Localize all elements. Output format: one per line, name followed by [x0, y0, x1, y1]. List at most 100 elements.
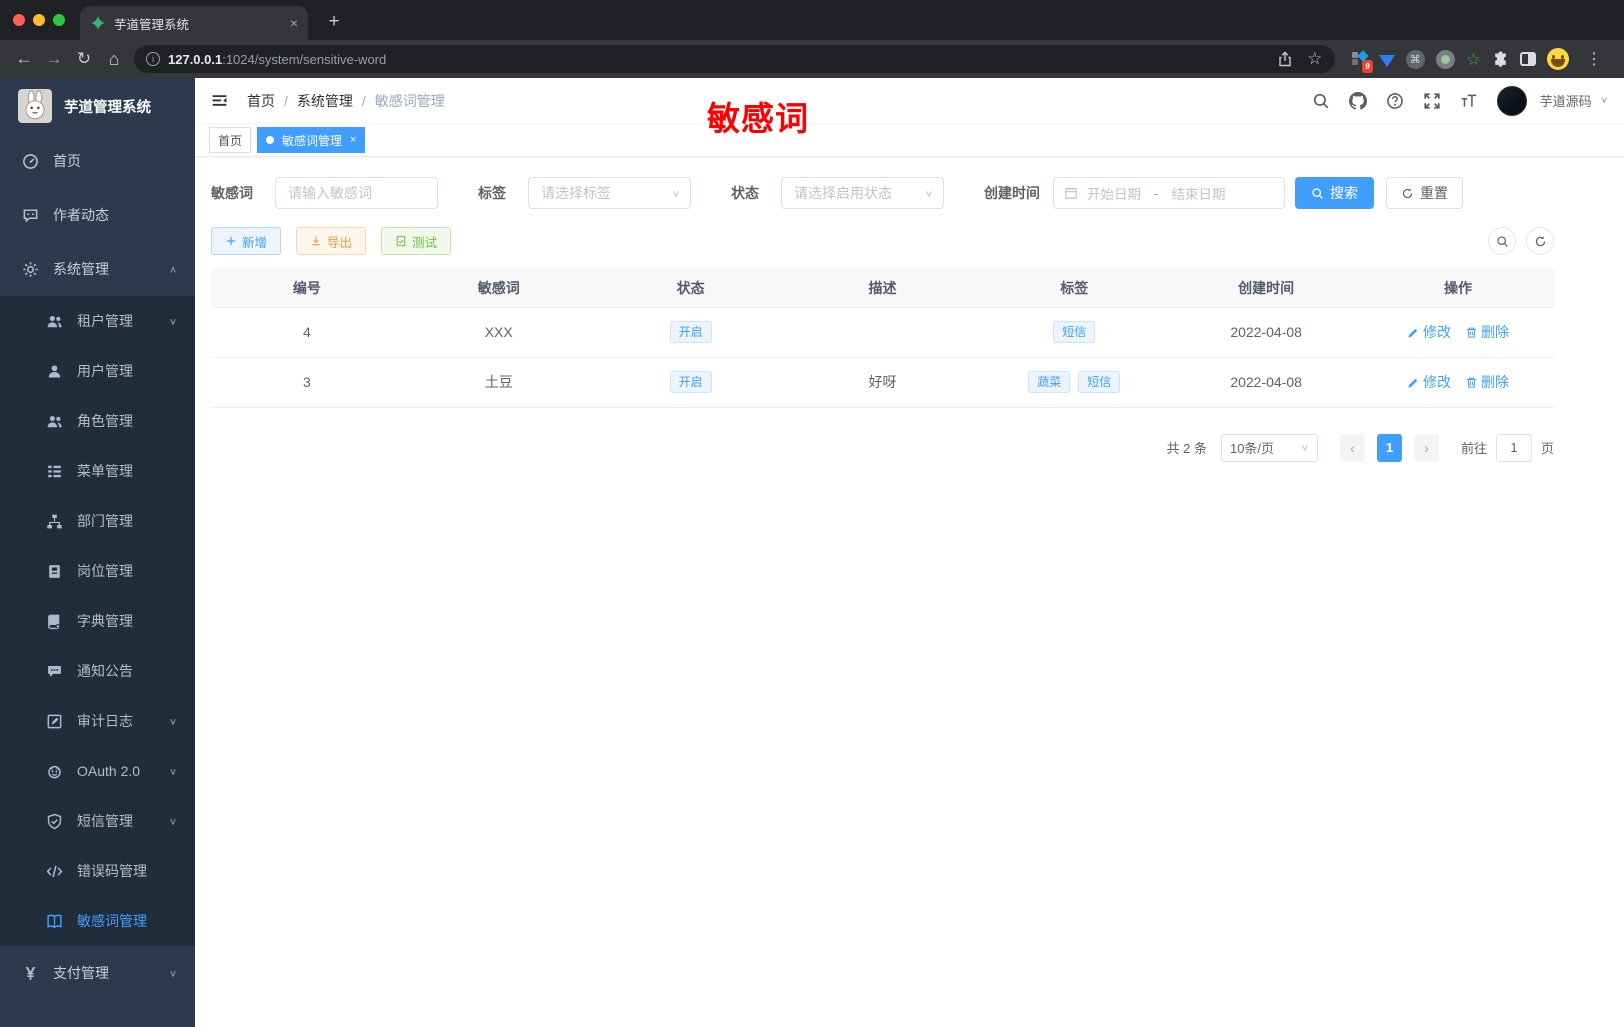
reset-button[interactable]: 重置: [1386, 177, 1463, 209]
url-bar[interactable]: 127.0.0.1:1024/system/sensitive-word: [134, 45, 1335, 73]
delete-link[interactable]: 删除: [1465, 322, 1509, 342]
breadcrumb-item[interactable]: 系统管理: [297, 91, 353, 111]
app-title: 芋道管理系统: [64, 99, 151, 116]
add-button[interactable]: 新增: [211, 227, 282, 255]
export-button[interactable]: 导出: [296, 227, 367, 255]
tag-close-icon[interactable]: ×: [350, 134, 356, 146]
date-start-placeholder: 开始日期: [1087, 187, 1141, 202]
show-search-icon[interactable]: [1488, 227, 1516, 255]
tag-view-item[interactable]: 首页: [209, 127, 252, 153]
screen: 芋道管理系统 × + 127.0.0.1:1024/system/sensiti…: [0, 0, 1624, 1027]
tags-view: 首页 敏感词管理 ×: [195, 123, 1624, 157]
sidebar-item-dept-management[interactable]: 部门管理: [0, 496, 195, 546]
next-page-button[interactable]: ›: [1413, 433, 1439, 462]
sidebar-item-post-management[interactable]: 岗位管理: [0, 546, 195, 596]
gear-icon: [22, 261, 39, 278]
extension-green-star-icon[interactable]: [1466, 51, 1481, 68]
edit-link[interactable]: 修改: [1407, 322, 1451, 342]
keyword-input[interactable]: [275, 177, 438, 209]
date-range-picker[interactable]: 开始日期 - 结束日期: [1053, 177, 1285, 209]
sidebar-item-label: 首页: [53, 153, 81, 169]
side-panel-icon[interactable]: [1520, 52, 1536, 66]
status-select[interactable]: 请选择启用状态: [781, 177, 944, 209]
share-icon[interactable]: [1271, 46, 1299, 72]
font-size-icon[interactable]: [1454, 86, 1484, 116]
sidebar-item-author-news[interactable]: 作者动态: [0, 188, 195, 242]
chevron-down-icon: ∨: [168, 816, 177, 827]
refresh-icon[interactable]: [1526, 227, 1554, 255]
minimize-window-button[interactable]: [33, 14, 45, 26]
notice-bubble-icon: [46, 663, 63, 680]
sidebar-item-label: 通知公告: [77, 663, 133, 679]
sidebar-item-menu-management[interactable]: 菜单管理: [0, 446, 195, 496]
zoom-window-button[interactable]: [53, 14, 65, 26]
tab-close-icon[interactable]: ×: [290, 16, 298, 30]
status-badge[interactable]: 开启: [669, 371, 712, 393]
breadcrumb: 首页 / 系统管理 / 敏感词管理: [247, 91, 445, 111]
cell-word: 土豆: [402, 357, 595, 408]
sidebar-item-dict-management[interactable]: 字典管理: [0, 596, 195, 646]
sidebar-item-tenant-management[interactable]: 租户管理 ∨: [0, 296, 195, 346]
sidebar-item-oauth2[interactable]: OAuth 2.0 ∨: [0, 746, 195, 796]
sidebar-fold-icon[interactable]: [203, 85, 235, 117]
sidebar-item-pay-management[interactable]: 支付管理 ∨: [0, 946, 195, 1000]
bookmark-star-icon[interactable]: [1301, 46, 1329, 72]
label-tag: 蔬菜: [1028, 371, 1071, 393]
sidebar-logo[interactable]: 芋道管理系统: [0, 78, 195, 134]
test-button[interactable]: 测试: [381, 227, 452, 255]
page-number-current[interactable]: 1: [1376, 433, 1402, 462]
browser-tab[interactable]: 芋道管理系统 ×: [80, 6, 308, 40]
edit-link[interactable]: 修改: [1407, 372, 1451, 392]
sidebar-item-label: 字典管理: [77, 613, 133, 629]
user-avatar[interactable]: [1496, 85, 1527, 116]
chevron-down-icon[interactable]: [1601, 96, 1608, 105]
status-badge[interactable]: 开启: [669, 321, 712, 343]
goto-label: 前往: [1460, 441, 1487, 456]
sidebar-item-audit-log[interactable]: 审计日志 ∨: [0, 696, 195, 746]
new-tab-button[interactable]: +: [320, 8, 348, 36]
tag-select[interactable]: 请选择标签: [528, 177, 691, 209]
prev-page-button[interactable]: ‹: [1339, 433, 1365, 462]
filter-form: 敏感词 标签 请选择标签 状态 请选择启用状态: [211, 177, 1554, 209]
page-size-select[interactable]: 10条/页: [1220, 433, 1318, 462]
sidebar-item-system-management[interactable]: 系统管理 ∧: [0, 242, 195, 296]
forward-button[interactable]: [40, 46, 68, 72]
close-window-button[interactable]: [13, 14, 25, 26]
sidebar-item-label: 作者动态: [53, 207, 109, 223]
extension-funnel-icon[interactable]: [1378, 54, 1395, 67]
page-unit-label: 页: [1540, 441, 1554, 456]
extension-grid-icon[interactable]: 9: [1351, 49, 1373, 73]
browser-extensions: 9: [1345, 46, 1614, 73]
extensions-puzzle-icon[interactable]: [1492, 51, 1509, 68]
org-tree-icon: [46, 513, 63, 530]
back-button[interactable]: [10, 46, 38, 72]
extension-record-icon[interactable]: [1435, 49, 1455, 69]
sidebar-item-error-code-management[interactable]: 错误码管理: [0, 846, 195, 896]
browser-menu-icon[interactable]: [1580, 46, 1608, 72]
url-text: 127.0.0.1:1024/system/sensitive-word: [168, 51, 387, 67]
delete-link[interactable]: 删除: [1465, 372, 1509, 392]
sidebar-item-sensitive-word-management[interactable]: 敏感词管理: [0, 896, 195, 946]
goto-page-input[interactable]: [1495, 433, 1532, 462]
breadcrumb-item[interactable]: 首页: [247, 91, 275, 111]
github-icon[interactable]: [1343, 86, 1373, 116]
search-button[interactable]: 搜索: [1295, 177, 1374, 209]
search-icon[interactable]: [1306, 86, 1336, 116]
sidebar-item-home[interactable]: 首页: [0, 134, 195, 188]
username[interactable]: 芋道源码: [1540, 91, 1592, 110]
chevron-down-icon: ∨: [168, 316, 177, 327]
tag-view-item[interactable]: 敏感词管理 ×: [257, 127, 366, 153]
home-button[interactable]: [100, 46, 128, 72]
sidebar-item-role-management[interactable]: 角色管理: [0, 396, 195, 446]
reload-button[interactable]: [70, 46, 98, 72]
site-info-icon[interactable]: [146, 52, 160, 66]
chevron-down-icon: [1301, 442, 1309, 452]
sidebar-item-sms-management[interactable]: 短信管理 ∨: [0, 796, 195, 846]
sidebar-item-user-management[interactable]: 用户管理: [0, 346, 195, 396]
column-header: 状态: [594, 269, 787, 308]
help-icon[interactable]: [1380, 86, 1410, 116]
profile-avatar[interactable]: [1547, 48, 1569, 70]
extension-command-icon[interactable]: [1405, 49, 1425, 69]
sidebar-item-notice[interactable]: 通知公告: [0, 646, 195, 696]
fullscreen-icon[interactable]: [1417, 86, 1447, 116]
